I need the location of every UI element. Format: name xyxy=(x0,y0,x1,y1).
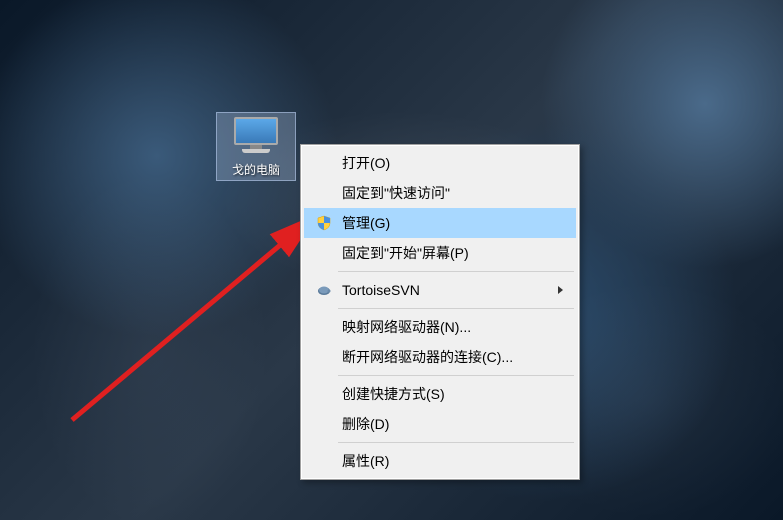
menu-separator xyxy=(338,308,574,309)
menu-separator xyxy=(338,375,574,376)
menu-item-disconnect-network-drive[interactable]: 断开网络驱动器的连接(C)... xyxy=(304,342,576,372)
menu-label: 属性(R) xyxy=(338,451,550,471)
menu-label: 断开网络驱动器的连接(C)... xyxy=(338,347,550,367)
context-menu: 打开(O) 固定到"快速访问" 管理(G) 固定到"开始"屏幕(P) xyxy=(300,144,580,480)
menu-item-manage[interactable]: 管理(G) xyxy=(304,208,576,238)
menu-label: 管理(G) xyxy=(338,213,550,233)
menu-item-delete[interactable]: 删除(D) xyxy=(304,409,576,439)
menu-item-tortoisesvn[interactable]: TortoiseSVN xyxy=(304,275,576,305)
menu-item-create-shortcut[interactable]: 创建快捷方式(S) xyxy=(304,379,576,409)
menu-item-pin-quick-access[interactable]: 固定到"快速访问" xyxy=(304,178,576,208)
menu-item-properties[interactable]: 属性(R) xyxy=(304,446,576,476)
submenu-arrow-icon xyxy=(550,286,570,294)
computer-icon xyxy=(232,117,280,157)
menu-label: TortoiseSVN xyxy=(338,282,550,298)
menu-label: 固定到"快速访问" xyxy=(338,183,550,203)
menu-label: 映射网络驱动器(N)... xyxy=(338,317,550,337)
menu-item-map-network-drive[interactable]: 映射网络驱动器(N)... xyxy=(304,312,576,342)
shield-icon xyxy=(310,215,338,231)
menu-separator xyxy=(338,442,574,443)
desktop-icon-label: 戈的电脑 xyxy=(232,161,280,178)
tortoise-icon xyxy=(310,282,338,298)
menu-label: 打开(O) xyxy=(338,153,550,173)
menu-label: 固定到"开始"屏幕(P) xyxy=(338,243,550,263)
menu-label: 删除(D) xyxy=(338,414,550,434)
menu-label: 创建快捷方式(S) xyxy=(338,384,550,404)
menu-item-open[interactable]: 打开(O) xyxy=(304,148,576,178)
menu-separator xyxy=(338,271,574,272)
menu-item-pin-start[interactable]: 固定到"开始"屏幕(P) xyxy=(304,238,576,268)
desktop-icon-this-pc[interactable]: 戈的电脑 xyxy=(216,112,296,181)
